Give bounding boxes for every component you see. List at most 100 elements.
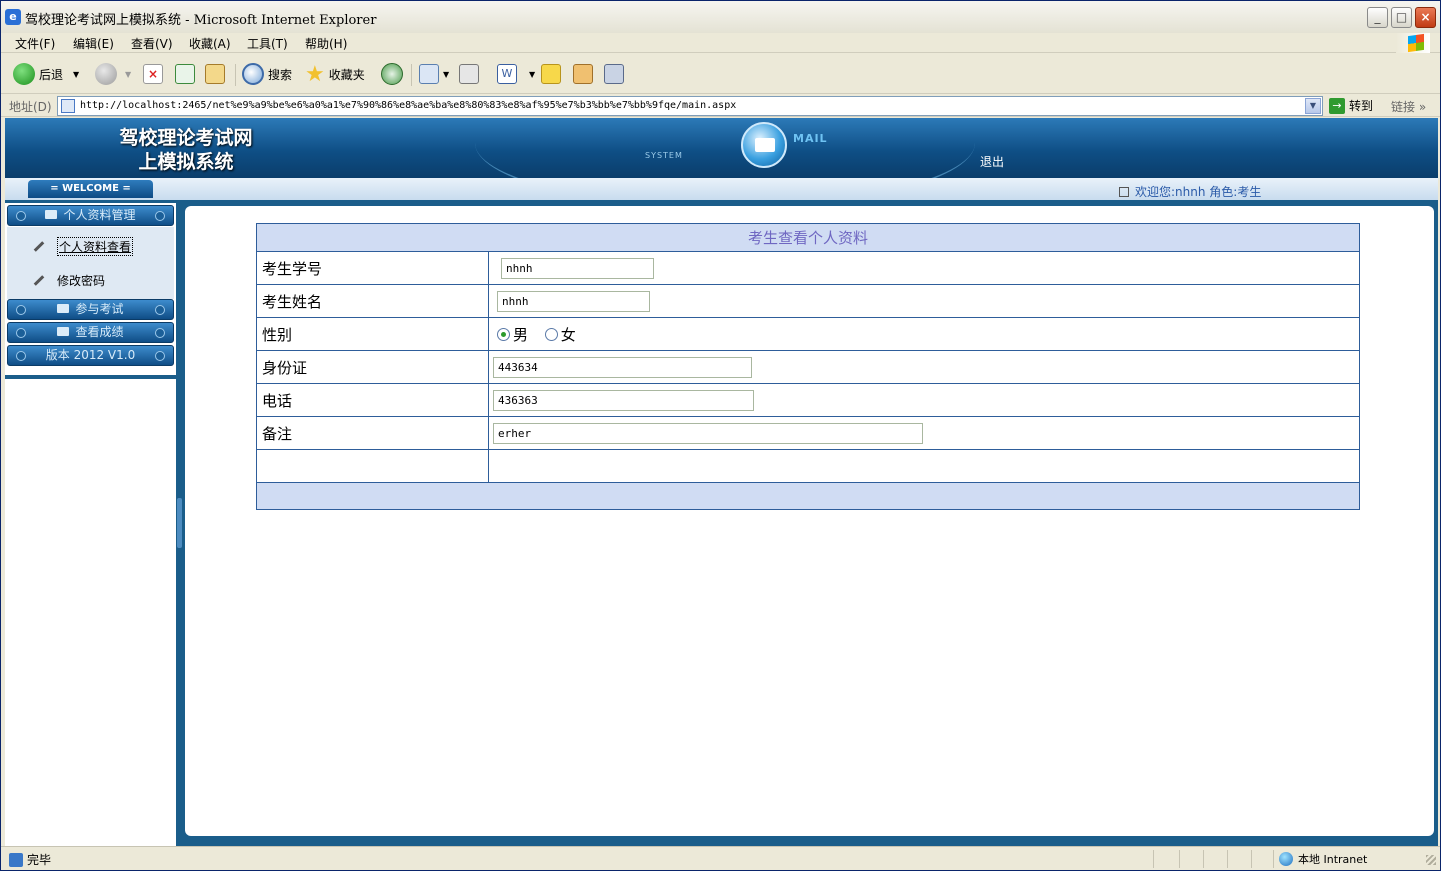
- sidebar-item-view-profile[interactable]: 个人资料查看: [33, 237, 134, 256]
- refresh-button[interactable]: [175, 62, 199, 86]
- table-footer-row: [256, 482, 1360, 510]
- header-swoosh: [475, 118, 975, 178]
- sidebar-section-version: 版本 2012 V1.0: [7, 345, 174, 366]
- envelope-icon: [755, 138, 775, 152]
- print-button[interactable]: [459, 62, 483, 86]
- mail-label: MAIL: [793, 132, 828, 145]
- status-text: 完毕: [9, 851, 51, 868]
- field-label: 身份证: [256, 350, 489, 384]
- menu-edit[interactable]: 编辑(E): [73, 35, 114, 52]
- student-id-input[interactable]: nhnh: [501, 257, 654, 279]
- mail-dropdown-icon[interactable]: ▼: [443, 70, 449, 79]
- site-title-line1: 驾校理论考试网: [119, 127, 253, 149]
- field-cell: 436363: [488, 383, 1360, 417]
- sidebar-item-label: 个人资料查看: [57, 237, 134, 256]
- address-url[interactable]: http://localhost:2465/net%e9%a9%be%e6%a0…: [80, 100, 736, 111]
- table-caption-row: 考生查看个人资料: [256, 223, 1360, 252]
- pencil-icon: [33, 275, 45, 286]
- page-done-icon: [9, 852, 23, 867]
- field-label: 电话: [256, 383, 489, 417]
- sidebar-submenu: 个人资料查看 修改密码: [7, 227, 174, 299]
- student-name-input[interactable]: nhnh: [497, 290, 650, 312]
- field-label: 考生学号: [256, 251, 489, 285]
- gender-male-option[interactable]: 男: [497, 326, 528, 344]
- maximize-button[interactable]: □: [1391, 7, 1412, 28]
- back-dropdown-icon[interactable]: ▼: [73, 70, 79, 79]
- go-arrow-icon: →: [1329, 97, 1345, 114]
- sidebar-section-exam[interactable]: 参与考试: [7, 299, 174, 320]
- windows-logo: [1396, 33, 1430, 53]
- discuss-button[interactable]: [541, 62, 565, 86]
- field-label: 性别: [256, 317, 489, 351]
- refresh-icon: [175, 64, 195, 84]
- windows-flag-icon: [1408, 33, 1424, 53]
- empty-cell: [488, 449, 1360, 483]
- links-button[interactable]: 链接 »: [1391, 98, 1426, 115]
- browser-window: e 驾校理论考试网上模拟系统 - Microsoft Internet Expl…: [0, 0, 1441, 871]
- panel-splitter[interactable]: [177, 498, 182, 548]
- home-button[interactable]: [205, 62, 229, 86]
- radio-unselected-icon[interactable]: [544, 327, 558, 341]
- address-dropdown-icon[interactable]: ▼: [1305, 98, 1321, 114]
- section-dot-icon: [155, 211, 165, 221]
- menu-file[interactable]: 文件(F): [15, 35, 55, 52]
- address-input[interactable]: http://localhost:2465/net%e9%a9%be%e6%a0…: [57, 96, 1323, 116]
- section-dot-icon: [155, 328, 165, 338]
- favorites-label: 收藏夹: [328, 67, 365, 82]
- history-button[interactable]: [381, 62, 407, 86]
- forward-dropdown-icon[interactable]: ▼: [125, 70, 131, 79]
- table-row: [256, 449, 1360, 483]
- field-cell: 男 女: [488, 317, 1360, 351]
- sidebar-divider: [5, 375, 176, 379]
- field-cell: 443634: [488, 350, 1360, 384]
- menu-favorites[interactable]: 收藏(A): [189, 35, 231, 52]
- search-button[interactable]: 搜索: [242, 62, 292, 86]
- id-card-input[interactable]: 443634: [493, 356, 752, 378]
- resize-grip[interactable]: [1426, 855, 1436, 865]
- table-row: 身份证 443634: [256, 350, 1360, 384]
- sidebar-section-profile[interactable]: 个人资料管理: [7, 205, 174, 226]
- close-button[interactable]: ×: [1415, 7, 1436, 28]
- menu-help[interactable]: 帮助(H): [305, 35, 347, 52]
- status-separator: [1273, 850, 1274, 868]
- radio-selected-icon[interactable]: [497, 327, 510, 341]
- mail-button[interactable]: ▼: [419, 62, 449, 86]
- stop-button[interactable]: ×: [143, 62, 167, 86]
- back-arrow-icon: [13, 63, 35, 85]
- envelope-icon: [57, 304, 70, 313]
- research-button[interactable]: [573, 62, 597, 86]
- site-title: 驾校理论考试网 上模拟系统: [101, 126, 271, 174]
- profile-table: 考生查看个人资料 考生学号 nhnh 考生姓名 nhnh 性别 男 女 身份证 …: [256, 223, 1360, 510]
- remarks-input[interactable]: erher: [493, 422, 923, 444]
- section-dot-icon: [16, 211, 26, 221]
- messenger-button[interactable]: [604, 62, 628, 86]
- forward-button[interactable]: ▼: [95, 62, 131, 86]
- menu-tools[interactable]: 工具(T): [247, 35, 288, 52]
- phone-input[interactable]: 436363: [493, 389, 754, 411]
- back-button[interactable]: 后退 ▼: [13, 62, 79, 86]
- address-label: 地址(D): [9, 100, 52, 114]
- minimize-button[interactable]: _: [1367, 7, 1388, 28]
- user-info-text: 欢迎您:nhnh 角色:考生: [1135, 185, 1262, 199]
- edit-button[interactable]: W ▼: [497, 62, 535, 86]
- menu-view[interactable]: 查看(V): [131, 35, 173, 52]
- menu-bar: 文件(F) 编辑(E) 查看(V) 收藏(A) 工具(T) 帮助(H): [1, 33, 1440, 53]
- table-row: 电话 436363: [256, 383, 1360, 417]
- logout-link[interactable]: 退出: [980, 153, 1004, 170]
- toolbar-separator: [235, 64, 236, 86]
- edit-dropdown-icon[interactable]: ▼: [529, 70, 535, 79]
- sidebar-section-label: 参与考试: [75, 302, 124, 316]
- section-dot-icon: [155, 305, 165, 315]
- field-cell: nhnh: [488, 284, 1360, 318]
- go-button[interactable]: → 转到: [1329, 97, 1373, 114]
- gender-female-option[interactable]: 女: [544, 326, 576, 344]
- ie-icon: e: [5, 9, 21, 25]
- sidebar-item-change-password[interactable]: 修改密码: [33, 272, 105, 289]
- favorites-button[interactable]: ★ 收藏夹: [305, 62, 365, 87]
- sidebar-section-scores[interactable]: 查看成绩: [7, 322, 174, 343]
- note-icon: [541, 64, 561, 84]
- go-label: 转到: [1349, 99, 1374, 113]
- forward-arrow-icon: [95, 63, 117, 85]
- section-dot-icon: [16, 305, 26, 315]
- title-bar: e 驾校理论考试网上模拟系统 - Microsoft Internet Expl…: [1, 1, 1440, 33]
